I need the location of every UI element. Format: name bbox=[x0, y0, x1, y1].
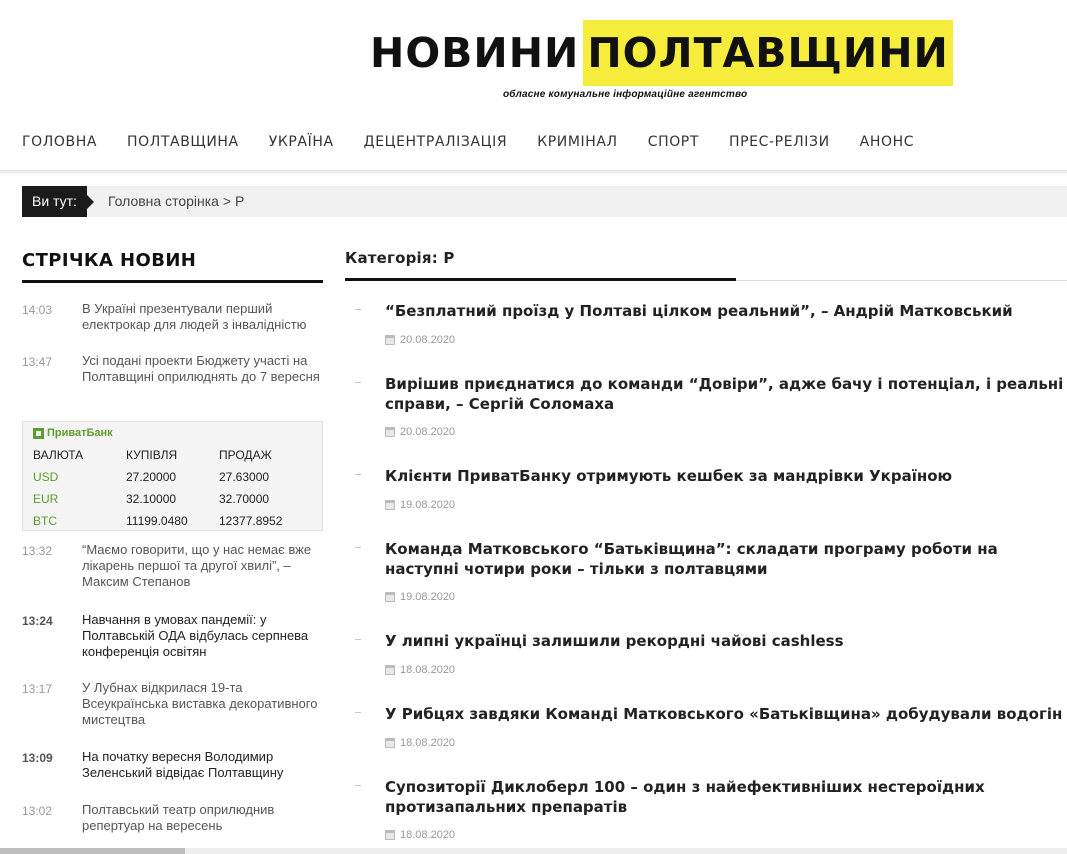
feed-item-time: 13:24 bbox=[22, 614, 53, 628]
news-feed-underline bbox=[22, 280, 323, 283]
article-date: 18.08.2020 bbox=[385, 664, 455, 676]
bullet-icon bbox=[355, 783, 361, 789]
calendar-icon bbox=[385, 500, 395, 510]
article-title-link[interactable]: Команда Матковського “Батьківщина”: скла… bbox=[385, 539, 1065, 579]
breadcrumb-separator: > bbox=[222, 193, 232, 209]
article-date-text: 20.08.2020 bbox=[400, 334, 456, 346]
currency-row: EUR 32.10000 32.70000 bbox=[33, 488, 321, 510]
feed-item-link[interactable]: На початку вересня Володимир Зеленський … bbox=[82, 749, 324, 781]
currency-widget: ПриватБанк ВАЛЮТА КУПІВЛЯ ПРОДАЖ USD 27.… bbox=[22, 421, 323, 531]
bullet-icon bbox=[355, 545, 361, 551]
nav-item-announcements[interactable]: АНОНС bbox=[860, 134, 914, 150]
article-title-link[interactable]: Клієнти ПриватБанку отримують кешбек за … bbox=[385, 466, 1065, 486]
sell-rate: 32.70000 bbox=[219, 492, 270, 506]
privatbank-logo-text: ПриватБанк bbox=[47, 427, 113, 439]
currency-row: BTC 11199.0480 12377.8952 bbox=[33, 510, 321, 532]
calendar-icon bbox=[385, 335, 395, 345]
currency-table: ВАЛЮТА КУПІВЛЯ ПРОДАЖ USD 27.20000 27.63… bbox=[33, 444, 321, 532]
article-date-text: 18.08.2020 bbox=[400, 829, 456, 841]
site-logo[interactable]: НОВИНИ ПОЛТАВЩИНИ bbox=[370, 20, 953, 86]
breadcrumb-home-link[interactable]: Головна сторінка bbox=[108, 193, 219, 209]
currency-code: BTC bbox=[33, 514, 57, 528]
category-title: Категорія: Р bbox=[345, 249, 455, 267]
currency-row: USD 27.20000 27.63000 bbox=[33, 466, 321, 488]
nav-item-decentralization[interactable]: ДЕЦЕНТРАЛІЗАЦІЯ bbox=[364, 134, 508, 150]
sell-header: ПРОДАЖ bbox=[219, 448, 272, 462]
feed-item-time: 13:32 bbox=[22, 544, 53, 558]
article-title-link[interactable]: У Рибцях завдяки Команді Матковського «Б… bbox=[385, 704, 1065, 724]
main-nav: ГОЛОВНА ПОЛТАВЩИНА УКРАЇНА ДЕЦЕНТРАЛІЗАЦ… bbox=[22, 134, 944, 150]
nav-item-press-releases[interactable]: ПРЕС-РЕЛІЗИ bbox=[729, 134, 830, 150]
buy-rate: 27.20000 bbox=[126, 470, 177, 484]
nav-item-home[interactable]: ГОЛОВНА bbox=[22, 134, 97, 150]
article-date: 19.08.2020 bbox=[385, 591, 455, 603]
article-date-text: 18.08.2020 bbox=[400, 737, 456, 749]
buy-rate: 32.10000 bbox=[126, 492, 177, 506]
feed-item-link[interactable]: Полтавський театр оприлюднив репертуар н… bbox=[82, 802, 324, 834]
site-tagline: обласне комунальне інформаційне агентств… bbox=[503, 89, 748, 100]
feed-item-link[interactable]: У Лубнах відкрилася 19-та Всеукраїнська … bbox=[82, 680, 324, 728]
article-title-link[interactable]: “Безплатний проїзд у Полтаві цілком реал… bbox=[385, 301, 1065, 321]
feed-item-time: 13:02 bbox=[22, 804, 53, 818]
news-feed-title: СТРІЧКА НОВИН bbox=[22, 250, 197, 271]
sell-rate: 27.63000 bbox=[219, 470, 270, 484]
article-date: 20.08.2020 bbox=[385, 334, 455, 346]
bullet-icon bbox=[355, 380, 361, 386]
logo-text-poltava: ПОЛТАВЩИНИ bbox=[583, 20, 953, 86]
article-date-text: 19.08.2020 bbox=[400, 591, 456, 603]
buy-rate: 11199.0480 bbox=[126, 514, 188, 528]
article-date: 18.08.2020 bbox=[385, 737, 455, 749]
nav-item-crime[interactable]: КРИМІНАЛ bbox=[537, 134, 618, 150]
nav-item-ukraine[interactable]: УКРАЇНА bbox=[269, 134, 334, 150]
article-date-text: 18.08.2020 bbox=[400, 664, 456, 676]
calendar-icon bbox=[385, 665, 395, 675]
article-date: 18.08.2020 bbox=[385, 829, 455, 841]
nav-item-sport[interactable]: СПОРТ bbox=[648, 134, 699, 150]
breadcrumb-label: Ви тут: bbox=[22, 186, 94, 217]
calendar-icon bbox=[385, 427, 395, 437]
nav-divider bbox=[0, 170, 1067, 176]
calendar-icon bbox=[385, 830, 395, 840]
feed-item-link[interactable]: В Україні презентували перший електрокар… bbox=[82, 301, 324, 333]
article-date-text: 19.08.2020 bbox=[400, 499, 456, 511]
article-title-link[interactable]: Вирішив приєднатися до команди “Довіри”,… bbox=[385, 374, 1065, 414]
currency-header: ВАЛЮТА bbox=[33, 448, 84, 462]
feed-item-link[interactable]: Усі подані проекти Бюджету участі на Пол… bbox=[82, 353, 324, 385]
article-title-link[interactable]: Супозиторії Диклоберл 100 – один з найеф… bbox=[385, 777, 1065, 817]
article-date-text: 20.08.2020 bbox=[400, 426, 456, 438]
feed-item-link[interactable]: “Маємо говорити, що у нас немає вже ліка… bbox=[82, 542, 324, 590]
article-date: 19.08.2020 bbox=[385, 499, 455, 511]
calendar-icon bbox=[385, 592, 395, 602]
privatbank-logo: ПриватБанк bbox=[33, 427, 113, 439]
currency-code: EUR bbox=[33, 492, 59, 506]
bullet-icon bbox=[355, 307, 361, 313]
category-underline bbox=[345, 278, 736, 281]
feed-item-time: 13:09 bbox=[22, 751, 53, 765]
calendar-icon bbox=[385, 738, 395, 748]
feed-item-link[interactable]: Навчання в умовах пандемії: у Полтавські… bbox=[82, 612, 324, 660]
article-title-link[interactable]: У липні українці залишили рекордні чайов… bbox=[385, 631, 1065, 651]
bullet-icon bbox=[355, 472, 361, 478]
privatbank-logo-icon bbox=[33, 427, 44, 439]
logo-text-news: НОВИНИ bbox=[370, 29, 580, 77]
buy-header: КУПІВЛЯ bbox=[126, 448, 178, 462]
article-date: 20.08.2020 bbox=[385, 426, 455, 438]
feed-item-time: 13:47 bbox=[22, 355, 53, 369]
horizontal-scrollbar-thumb[interactable] bbox=[0, 848, 185, 854]
nav-item-poltava-region[interactable]: ПОЛТАВЩИНА bbox=[127, 134, 239, 150]
bullet-icon bbox=[355, 637, 361, 643]
feed-item-time: 14:03 bbox=[22, 303, 53, 317]
breadcrumb-path: Головна сторінка > Р bbox=[108, 186, 244, 217]
currency-code: USD bbox=[33, 470, 59, 484]
breadcrumb-current: Р bbox=[234, 193, 245, 209]
feed-item-time: 13:17 bbox=[22, 682, 53, 696]
sell-rate: 12377.8952 bbox=[219, 514, 283, 528]
breadcrumb: Ви тут: Головна сторінка > Р bbox=[22, 186, 1067, 217]
bullet-icon bbox=[355, 710, 361, 716]
